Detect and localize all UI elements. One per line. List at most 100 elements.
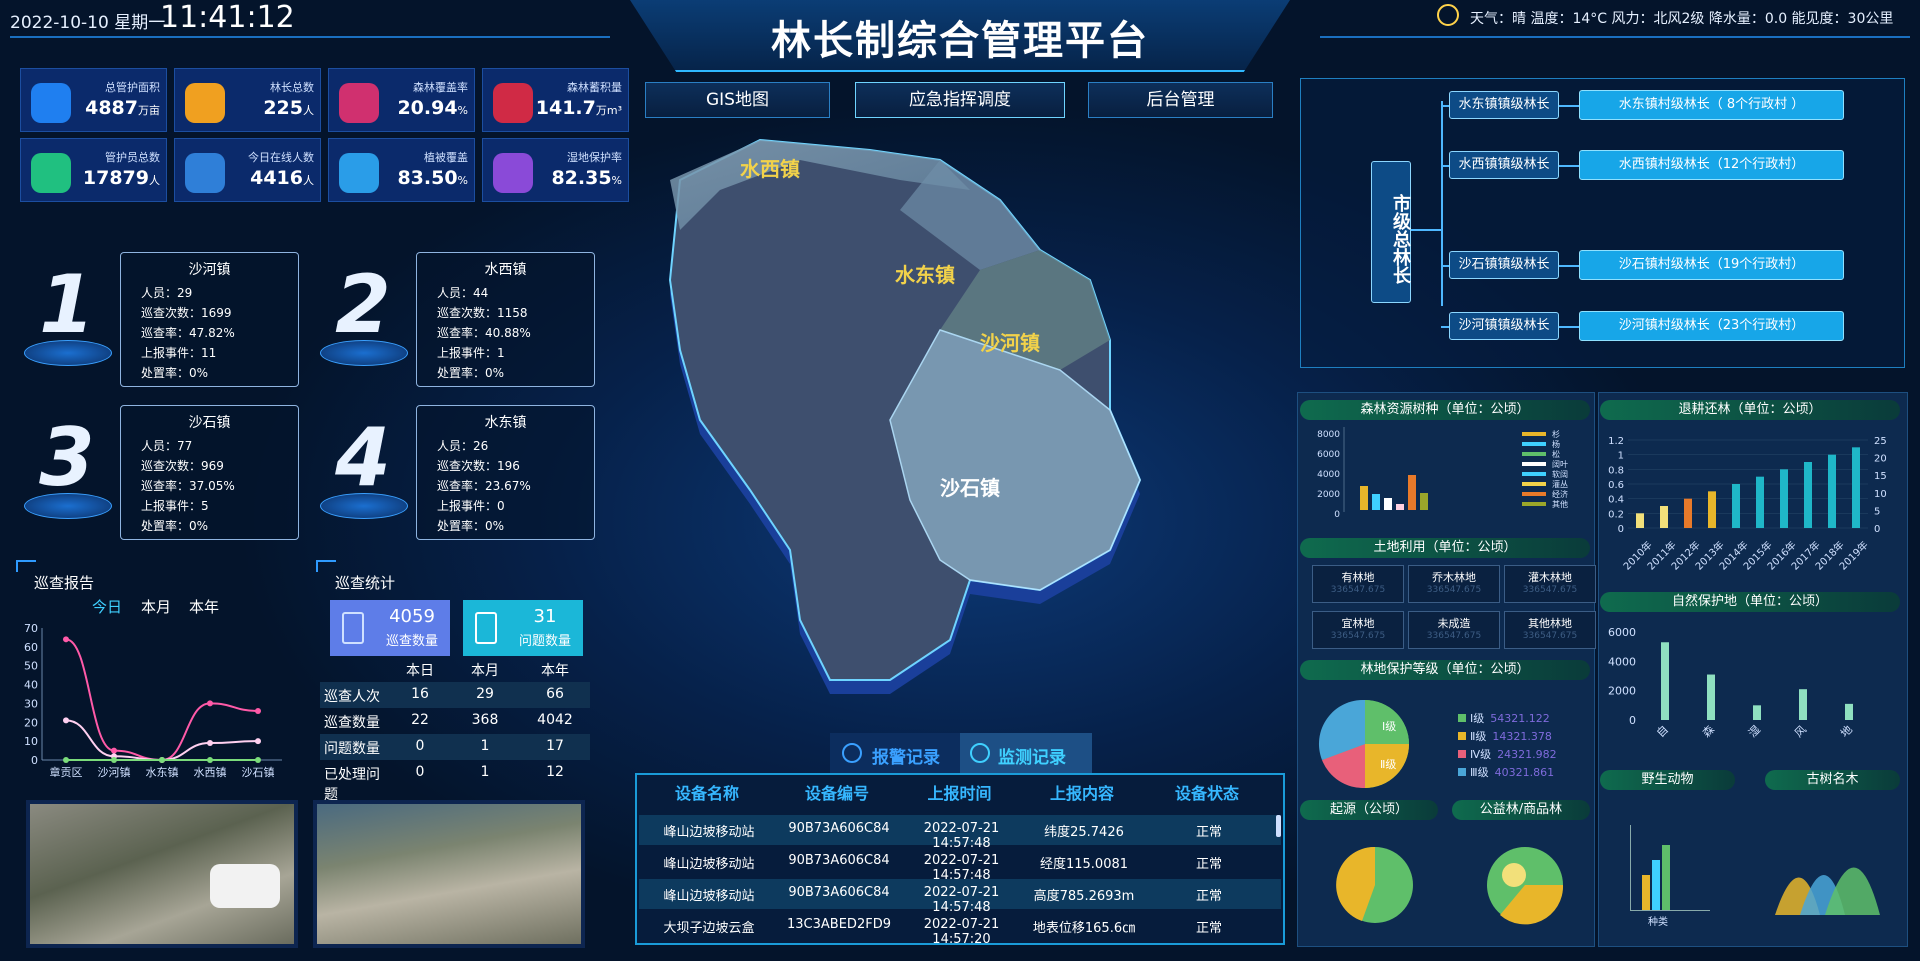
- org-chart: 市级总林长 水东镇镇级林长 水东镇村级林长（ 8个行政村 ） 水西镇镇级林长 水西镇村级…: [1300, 78, 1905, 368]
- tab-today[interactable]: 今日: [92, 596, 122, 617]
- data-point: [63, 636, 69, 643]
- org-village-leader[interactable]: 水西镇村级林长（12个行政村）: [1579, 150, 1844, 180]
- y2-tick-label: 0: [1874, 524, 1880, 535]
- land-use-title: 土地利用（单位：公顷）: [1300, 538, 1590, 558]
- data-point: [255, 707, 261, 714]
- land-use-item[interactable]: 未成造 336547.675: [1408, 611, 1500, 649]
- nature-reserve-title: 自然保护地（单位：公顷）: [1600, 592, 1900, 612]
- town-rate: 巡查率：37.05%: [141, 479, 235, 493]
- return-bar: [1636, 513, 1644, 528]
- region-map[interactable]: 水西镇 水东镇 沙河镇 沙石镇: [640, 120, 1280, 710]
- org-root[interactable]: 市级总林长: [1371, 161, 1411, 303]
- col-today: 本日: [406, 663, 434, 679]
- tab-alarm-records[interactable]: 报警记录: [872, 743, 940, 768]
- x-tick-label: 湿: [1746, 723, 1763, 740]
- y-tick-label: 50: [24, 660, 38, 673]
- device-row[interactable]: 峰山边坡移动站 90B73A606C84 2022-07-21 14:57:48 经度…: [639, 847, 1281, 883]
- legend-swatch: [1458, 768, 1466, 776]
- nature-reserve-chart: 0 2000 4000 6000 自 森 湿 风 地: [1608, 626, 1855, 740]
- land-value: 336547.675: [1330, 585, 1386, 595]
- org-village-leader[interactable]: 沙石镇村级林长（19个行政村）: [1579, 250, 1844, 280]
- stat-card: 森林覆盖率 20.94%: [328, 68, 475, 132]
- device-row[interactable]: 大坝子边坡云盒 13C3ABED2FD9 2022-07-21 14:57:20 地表…: [639, 911, 1281, 947]
- issue-count-label: 问题数量: [518, 634, 571, 649]
- row-value: 368: [471, 712, 499, 728]
- reserve-bar: [1753, 705, 1761, 720]
- org-village-leader[interactable]: 水东镇村级林长（ 8个行政村 ）: [1579, 90, 1844, 120]
- device-cell: 高度785.2693m: [1033, 889, 1135, 904]
- camera-feed-2[interactable]: [313, 800, 585, 948]
- device-row[interactable]: 峰山边坡移动站 90B73A606C84 2022-07-21 14:57:48 纬度…: [639, 815, 1281, 851]
- land-use-item[interactable]: 其他林地 336547.675: [1504, 611, 1596, 649]
- org-town-leader[interactable]: 水西镇镇级林长: [1449, 151, 1559, 179]
- rank-number: 4: [335, 411, 391, 504]
- stat-number: 141.7: [535, 97, 596, 119]
- y-tick-label: 0.8: [1608, 465, 1624, 476]
- land-name: 未成造: [1437, 617, 1471, 630]
- return-forest-chart: 00.20.40.60.811.205101520252010年2011年201…: [1608, 436, 1887, 573]
- legend-item: Ⅲ级 40321.861: [1458, 764, 1554, 780]
- row-label: 巡查人次: [324, 689, 380, 705]
- x-tick-label: 森: [1699, 722, 1717, 740]
- org-town-leader[interactable]: 沙河镇镇级林长: [1449, 312, 1559, 340]
- species-bar: [1372, 494, 1380, 510]
- town-card[interactable]: 水西镇 人员：44 巡查次数：1158 巡查率：40.88% 上报事件：1 处置率：0%: [416, 252, 595, 387]
- tree-species-chart: 8000 6000 4000 2000 0 杉杨松阔叶软阔灌丛经济其他: [1317, 427, 1568, 520]
- stat-value: 4887万亩: [85, 97, 160, 119]
- land-use-item[interactable]: 乔木林地 336547.675: [1408, 565, 1500, 603]
- x-tick-label: 地: [1838, 723, 1855, 740]
- legend-label: 经济: [1552, 489, 1568, 499]
- car-shape: [210, 864, 280, 908]
- camera-feed-1[interactable]: [26, 800, 298, 948]
- stat-card: 林长总数 225人: [174, 68, 321, 132]
- return-bar: [1780, 469, 1788, 528]
- stat-number: 225: [263, 97, 303, 119]
- org-town-leader[interactable]: 沙石镇镇级林长: [1449, 251, 1559, 279]
- device-cell: 峰山边坡移动站: [663, 857, 755, 872]
- species-bar: [1420, 493, 1428, 510]
- legend-swatch: [1458, 732, 1466, 740]
- stat-value: 82.35%: [551, 167, 622, 189]
- public-forest-pie-chart: [1487, 847, 1564, 925]
- scrollbar[interactable]: [1276, 815, 1281, 837]
- org-town-leader[interactable]: 水东镇镇级林长: [1449, 91, 1559, 119]
- wildlife-title: 野生动物: [1600, 770, 1735, 790]
- legend-name: Ⅰ级: [1470, 712, 1485, 725]
- stat-icon: [31, 153, 71, 193]
- land-use-item[interactable]: 有林地 336547.675: [1312, 565, 1404, 603]
- stat-icon: [493, 83, 533, 123]
- town-name: 水东镇: [484, 415, 527, 431]
- legend-swatch: [1458, 714, 1466, 722]
- device-row[interactable]: 峰山边坡移动站 90B73A606C84 2022-07-21 14:57:48 高度…: [639, 879, 1281, 915]
- legend-value: 24321.982: [1497, 748, 1557, 761]
- data-point: [111, 757, 117, 763]
- land-use-item[interactable]: 宜林地 336547.675: [1312, 611, 1404, 649]
- legend-name: Ⅱ级: [1470, 730, 1487, 743]
- land-use-item[interactable]: 灌木林地 336547.675: [1504, 565, 1596, 603]
- legend-label: 杨: [1552, 439, 1560, 449]
- tab-year[interactable]: 本年: [189, 596, 219, 617]
- nav-gis-map[interactable]: GIS地图: [645, 82, 830, 118]
- tab-month[interactable]: 本月: [141, 596, 171, 617]
- data-point: [63, 717, 69, 724]
- org-village-leader[interactable]: 沙河镇村级林长（23个行政村）: [1579, 311, 1844, 341]
- town-handle: 处置率：0%: [437, 519, 505, 533]
- town-card[interactable]: 沙河镇 人员：29 巡查次数：1699 巡查率：47.82% 上报事件：11 处置率：0%: [120, 252, 299, 387]
- x-tick-label: 章贡区: [50, 765, 83, 779]
- y-tick-label: 30: [24, 697, 38, 710]
- org-connector: [1559, 265, 1579, 267]
- patrol-table-row: 已处理问题 0 1 12: [320, 760, 590, 803]
- town-card[interactable]: 水东镇 人员：26 巡查次数：196 巡查率：23.67% 上报事件：0 处置率：0%: [416, 405, 595, 540]
- document-icon: [342, 612, 364, 644]
- town-events: 上报事件：5: [141, 499, 209, 513]
- nav-emergency-command[interactable]: 应急指挥调度: [855, 82, 1065, 118]
- rank-number: 2: [335, 258, 391, 351]
- legend-swatch: [1522, 452, 1546, 456]
- row-value: 1: [480, 764, 490, 780]
- nav-backend-admin[interactable]: 后台管理: [1088, 82, 1273, 118]
- town-card[interactable]: 沙石镇 人员：77 巡查次数：969 巡查率：37.05% 上报事件：5 处置率：0%: [120, 405, 299, 540]
- stat-unit: 人: [303, 104, 314, 117]
- tab-monitor-records[interactable]: 监测记录: [998, 743, 1066, 768]
- legend-swatch: [1458, 750, 1466, 758]
- data-point: [207, 700, 213, 707]
